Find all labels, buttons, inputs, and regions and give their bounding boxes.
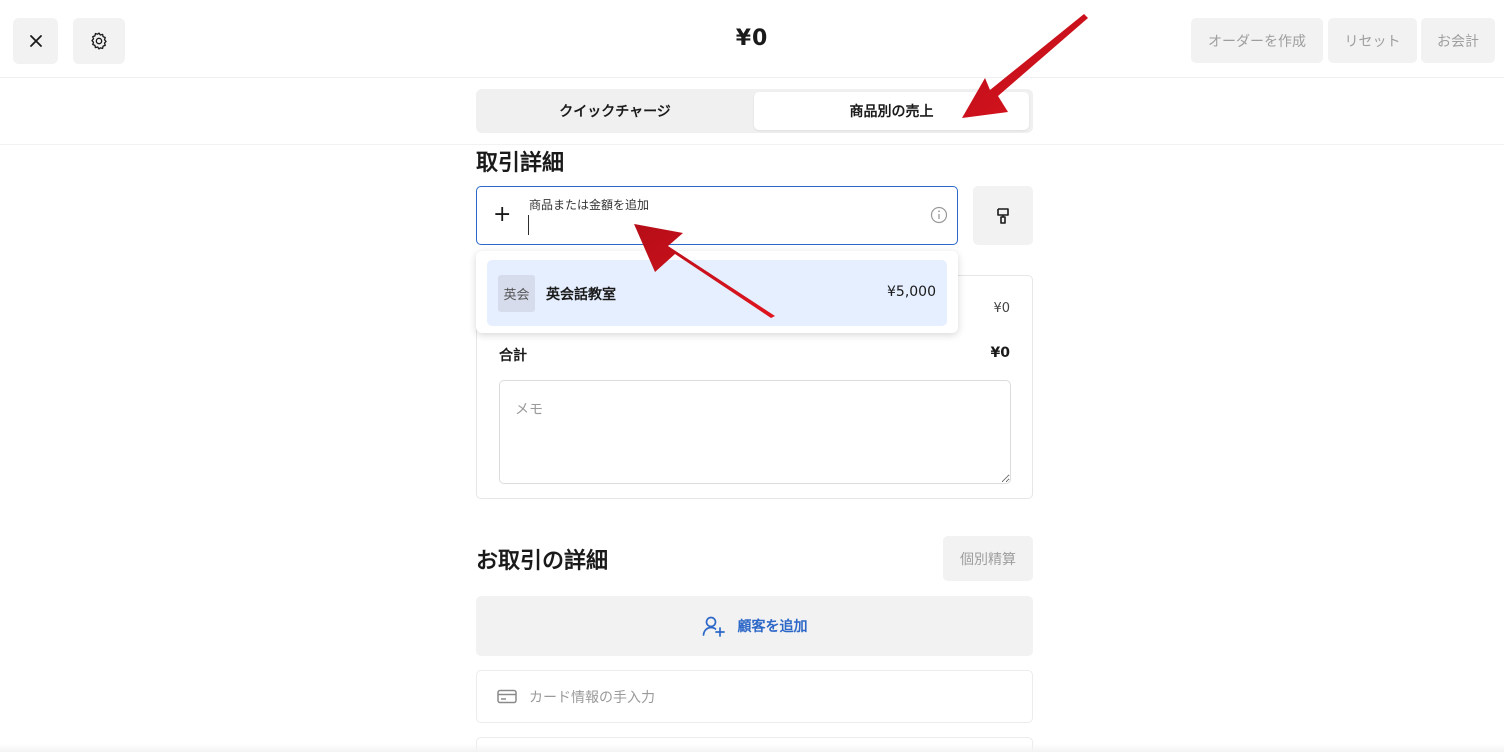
total-label: 合計 [499, 348, 527, 364]
item-price: ¥5,000 [887, 284, 936, 300]
info-icon[interactable] [930, 206, 948, 224]
memo-field[interactable] [499, 380, 1011, 484]
add-item-label: 商品または金額を追加 [529, 198, 650, 212]
add-item-field[interactable]: + 商品または金額を追加 [476, 186, 958, 245]
create-order-button[interactable]: オーダーを作成 [1191, 18, 1323, 63]
item-name: 英会話教室 [546, 287, 616, 303]
tab-item-sales[interactable]: 商品別の売上 [754, 92, 1029, 130]
tab-divider [0, 144, 1504, 145]
checkout-button[interactable]: お会計 [1421, 18, 1495, 63]
reset-button[interactable]: リセット [1328, 18, 1417, 63]
add-customer-button[interactable]: 顧客を追加 [476, 596, 1033, 656]
person-add-icon [702, 616, 725, 637]
item-thumbnail: 英会 [498, 275, 535, 312]
bottom-fade [0, 744, 1504, 752]
brush-icon [997, 207, 1009, 224]
tab-quick-charge[interactable]: クイックチャージ [479, 92, 751, 130]
details-title: 取引詳細 [476, 151, 565, 176]
add-customer-label: 顧客を追加 [737, 619, 808, 635]
credit-card-icon [497, 689, 517, 704]
total-value: ¥0 [990, 345, 1010, 361]
add-item-input[interactable] [528, 215, 908, 235]
item-suggestion-dropdown: 英会 英会話教室 ¥5,000 [476, 251, 958, 333]
mode-tabs: クイックチャージ 商品別の売上 [476, 89, 1033, 133]
manual-card-entry-label: カード情報の手入力 [529, 689, 655, 706]
split-payment-button[interactable]: 個別精算 [943, 536, 1033, 581]
custom-amount-button[interactable] [973, 186, 1033, 245]
top-bar: ¥0 オーダーを作成 リセット お会計 [0, 0, 1504, 78]
list-item[interactable]: 英会 英会話教室 ¥5,000 [487, 260, 947, 326]
transaction-title: お取引の詳細 [476, 549, 609, 574]
plus-icon[interactable]: + [493, 204, 511, 226]
manual-card-entry-button[interactable]: カード情報の手入力 [476, 670, 1033, 723]
subtotal-value: ¥0 [993, 301, 1010, 316]
